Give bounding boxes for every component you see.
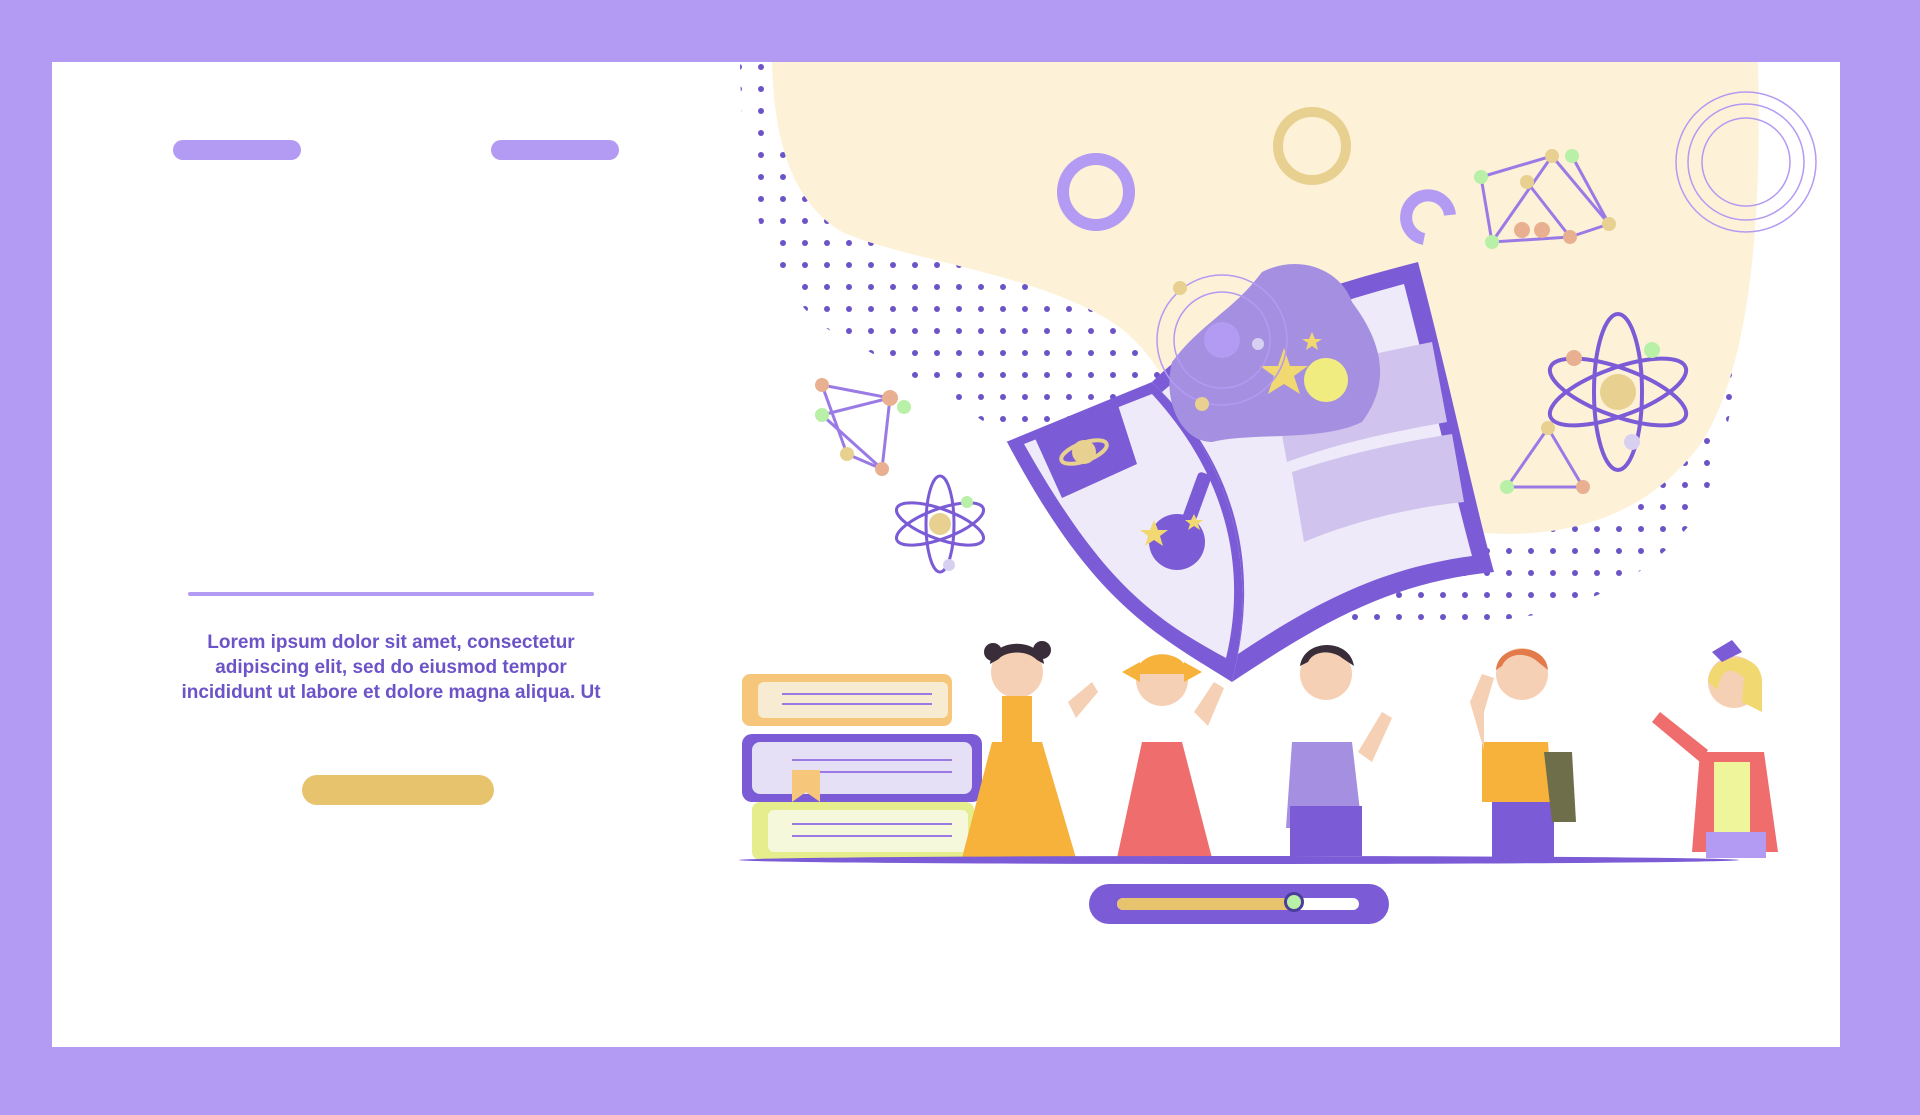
stacked-books-icon: [742, 674, 982, 860]
landing-card: Lorem ipsum dolor sit amet, consectetur …: [52, 62, 1840, 1047]
progress-slider[interactable]: [1089, 884, 1389, 924]
progress-fill: [1117, 898, 1294, 910]
progress-knob[interactable]: [1283, 892, 1304, 912]
children-group-icon: [962, 640, 1778, 858]
progress-track-inner: [1117, 892, 1359, 912]
ground-shadow: [739, 856, 1739, 864]
molecule-icon: [815, 378, 911, 476]
education-illustration: [739, 62, 1817, 864]
atom-icon: [894, 474, 986, 574]
